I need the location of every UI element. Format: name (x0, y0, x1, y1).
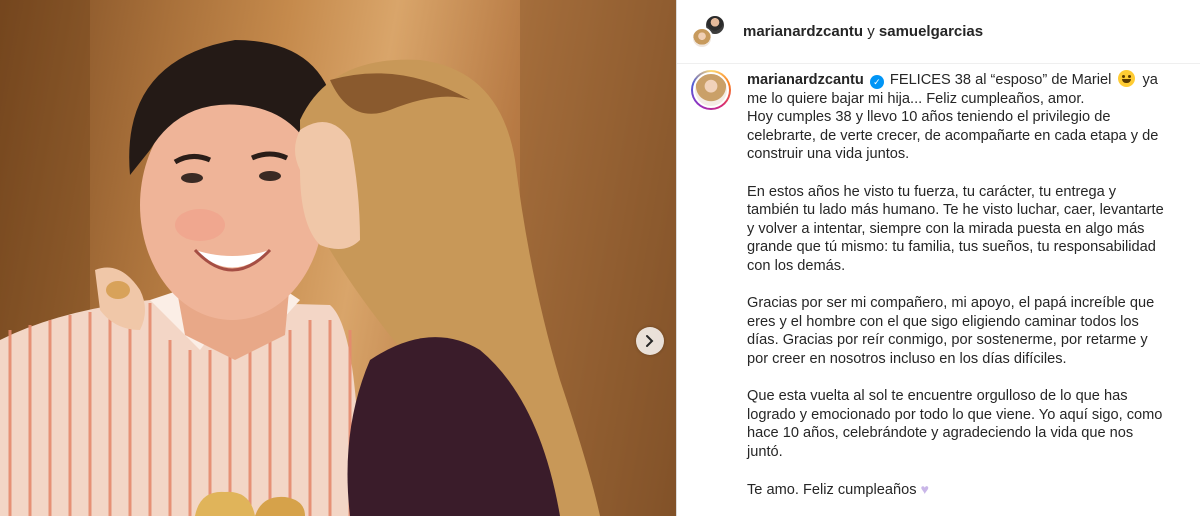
caption-line-closing: Te amo. Feliz cumpleaños (747, 482, 917, 499)
header-connector: y (867, 23, 875, 40)
caption-paragraph-2: En estos años he visto tu fuerza, tu car… (747, 183, 1164, 274)
caption-avatar[interactable] (691, 70, 731, 110)
verified-badge-icon: ✓ (869, 75, 884, 89)
header-authors: marianardzcantu y samuelgarcias (743, 23, 983, 40)
carousel-next-button[interactable] (636, 327, 664, 355)
photo-illustration (0, 0, 676, 516)
caption-line-3: Hoy cumples 38 y llevo 10 años teniendo … (747, 109, 1159, 163)
caption-line-1: FELICES 38 al “esposo” de Mariel (889, 72, 1112, 88)
coauthor-avatars[interactable] (691, 13, 727, 50)
post-photo[interactable] (0, 0, 676, 516)
caption-paragraph-3: Gracias por ser mi compañero, mi apoyo, … (747, 295, 1155, 367)
grinning-emoji-icon (1118, 70, 1136, 87)
caption-paragraph-4: Que esta vuelta al sol te encuentre orgu… (747, 388, 1163, 460)
caption-paragraph-1: marianardzcantu ✓ FELICES 38 al “esposo”… (747, 70, 1167, 164)
header-author-link[interactable]: marianardzcantu (743, 23, 863, 40)
caption-body: marianardzcantu ✓ FELICES 38 al “esposo”… (747, 70, 1167, 516)
purple-heart-icon: ♥ (920, 481, 929, 498)
caption-paragraph-5: Te amo. Feliz cumpleaños ♥ (747, 480, 1167, 500)
chevron-right-icon (646, 335, 654, 347)
caption-author-link[interactable]: marianardzcantu (747, 72, 864, 88)
post-caption: marianardzcantu ✓ FELICES 38 al “esposo”… (677, 64, 1200, 516)
header-coauthor-link[interactable]: samuelgarcias (879, 23, 983, 40)
post-header: marianardzcantu y samuelgarcias (677, 0, 1200, 64)
avatar-marianardzcantu[interactable] (691, 26, 713, 49)
